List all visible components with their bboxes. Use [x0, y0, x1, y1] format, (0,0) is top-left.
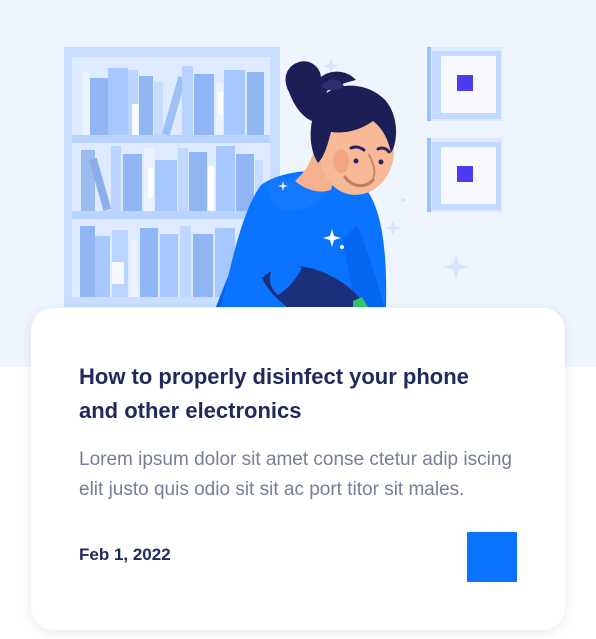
article-card-page: How to properly disinfect your phone and… — [0, 0, 596, 639]
article-title[interactable]: How to properly disinfect your phone and… — [79, 360, 509, 428]
wall-frames — [427, 47, 502, 212]
article-date: Feb 1, 2022 — [79, 545, 171, 564]
article-excerpt: Lorem ipsum dolor sit amet conse ctetur … — [79, 449, 512, 500]
blue-square-button[interactable] — [467, 532, 517, 582]
article-card[interactable]: How to properly disinfect your phone and… — [31, 308, 565, 630]
